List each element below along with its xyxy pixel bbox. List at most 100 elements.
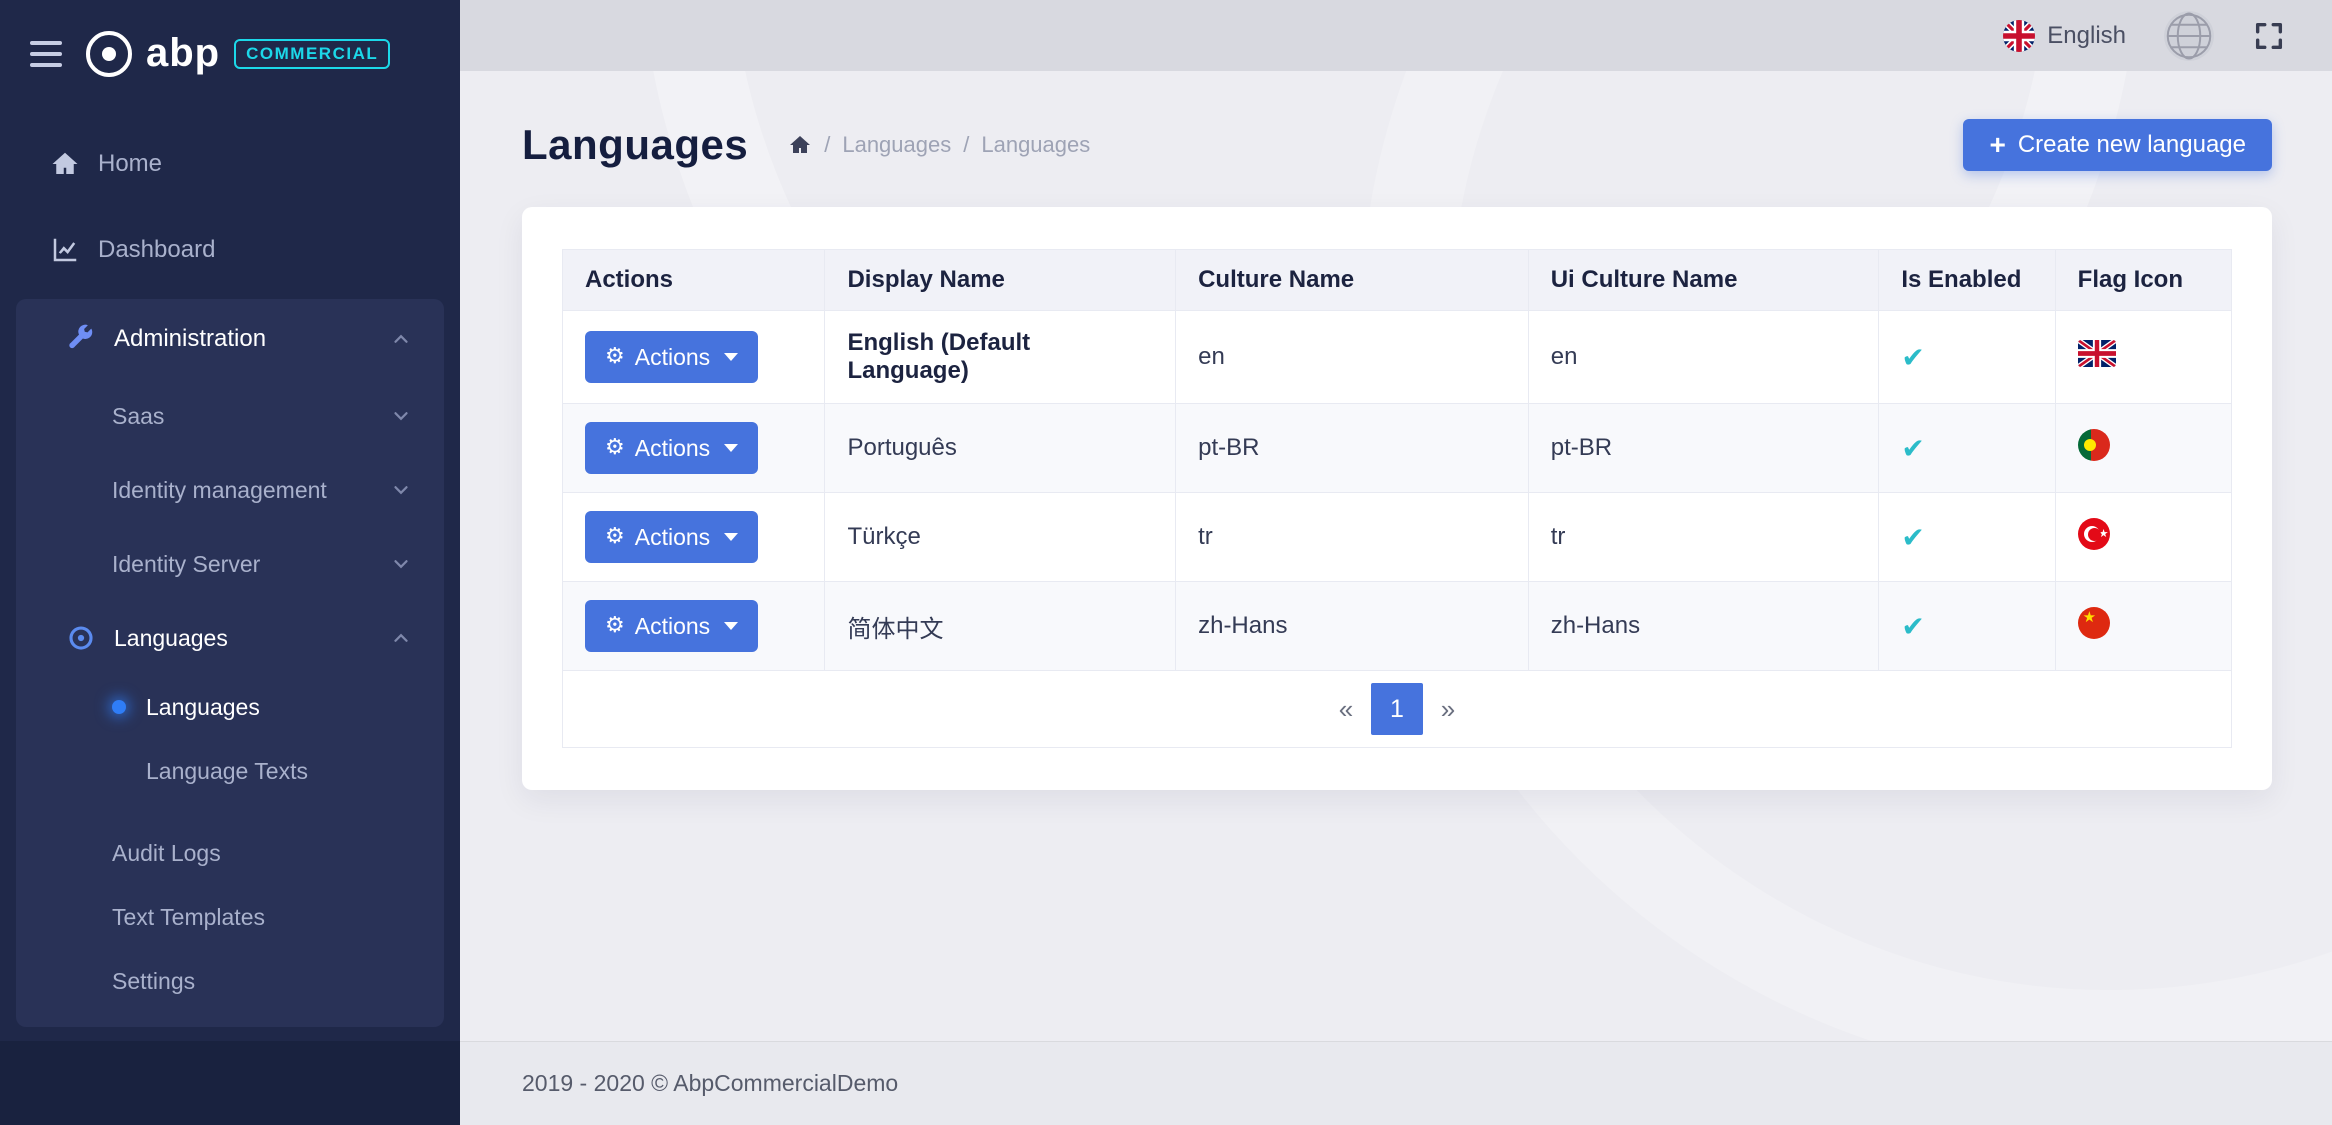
administration-group: Administration Saas Identity management	[16, 299, 444, 1027]
header-ui-culture-name: Ui Culture Name	[1528, 250, 1879, 311]
table-row: ⚙ Actions 简体中文 zh-Hans zh-Hans ✔ ★	[563, 582, 2232, 671]
caret-down-icon	[724, 444, 738, 452]
menu-toggle-icon[interactable]	[30, 41, 62, 67]
breadcrumb-item-languages-2[interactable]: Languages	[981, 132, 1090, 158]
create-button-label: Create new language	[2018, 131, 2246, 159]
display-name-cell: 简体中文	[825, 582, 1176, 671]
flag-united-kingdom-icon	[2078, 340, 2116, 367]
circle-dot-icon	[64, 623, 98, 653]
uk-flag-icon	[2003, 20, 2035, 52]
pagination-prev-button[interactable]: «	[1323, 683, 1369, 735]
sidebar: abp COMMERCIAL Home Dashboard	[0, 0, 460, 1125]
home-icon	[48, 149, 82, 179]
brand-logo[interactable]: abp COMMERCIAL	[86, 31, 390, 77]
sidebar-header: abp COMMERCIAL	[0, 0, 460, 107]
language-selector[interactable]: English	[2003, 20, 2126, 52]
flag-turkey-icon: ★	[2078, 518, 2110, 550]
create-new-language-button[interactable]: + Create new language	[1963, 119, 2272, 171]
chevron-up-icon	[390, 328, 412, 350]
sidebar-item-label: Identity Server	[112, 551, 260, 578]
sidebar-item-administration[interactable]: Administration	[16, 299, 444, 379]
language-label: English	[2047, 22, 2126, 50]
enabled-check-icon: ✔	[1901, 610, 1924, 643]
languages-card: Actions Display Name Culture Name Ui Cul…	[522, 207, 2272, 790]
breadcrumb: / Languages / Languages	[788, 132, 1090, 158]
sidebar-item-label: Settings	[112, 968, 195, 995]
actions-dropdown-button[interactable]: ⚙ Actions	[585, 600, 758, 652]
plus-icon: +	[1989, 131, 2005, 159]
user-avatar[interactable]	[2164, 11, 2214, 61]
culture-name-cell: pt-BR	[1176, 404, 1529, 493]
fullscreen-icon[interactable]	[2252, 19, 2286, 53]
sidebar-item-label: Audit Logs	[112, 840, 221, 867]
sidebar-item-languages-child[interactable]: Languages	[16, 675, 444, 739]
breadcrumb-item-languages[interactable]: Languages	[842, 132, 951, 158]
breadcrumb-separator: /	[963, 132, 969, 158]
gear-icon: ⚙	[605, 526, 625, 548]
breadcrumb-separator: /	[824, 132, 830, 158]
app-root: abp COMMERCIAL Home Dashboard	[0, 0, 2332, 1125]
wrench-icon	[64, 324, 98, 354]
sidebar-footer-strip	[0, 1041, 460, 1125]
header-flag-icon: Flag Icon	[2055, 250, 2231, 311]
sidebar-item-audit-logs[interactable]: Audit Logs	[16, 821, 444, 885]
header-culture-name: Culture Name	[1176, 250, 1529, 311]
header-is-enabled: Is Enabled	[1879, 250, 2055, 311]
display-name-cell: Português	[825, 404, 1176, 493]
enabled-check-icon: ✔	[1901, 432, 1924, 465]
sidebar-item-label: Identity management	[112, 477, 327, 504]
sidebar-item-identity-server[interactable]: Identity Server	[16, 527, 444, 601]
sidebar-item-label: Administration	[114, 325, 266, 353]
enabled-check-icon: ✔	[1901, 521, 1924, 554]
table-row: ⚙ Actions Português pt-BR pt-BR ✔	[563, 404, 2232, 493]
chevron-up-icon	[390, 627, 412, 649]
chevron-down-icon	[390, 553, 412, 575]
header-actions: Actions	[563, 250, 825, 311]
actions-dropdown-button[interactable]: ⚙ Actions	[585, 422, 758, 474]
header-display-name: Display Name	[825, 250, 1176, 311]
culture-name-cell: en	[1176, 311, 1529, 404]
breadcrumb-home-icon[interactable]	[788, 133, 812, 157]
sidebar-item-identity-management[interactable]: Identity management	[16, 453, 444, 527]
culture-name-cell: tr	[1176, 493, 1529, 582]
pagination: « 1 »	[562, 671, 2232, 748]
pagination-next-button[interactable]: »	[1425, 683, 1471, 735]
abp-logo-icon	[86, 31, 132, 77]
sidebar-item-settings[interactable]: Settings	[16, 949, 444, 1013]
pagination-page-1-button[interactable]: 1	[1371, 683, 1423, 735]
sidebar-item-label: Home	[98, 150, 162, 178]
sidebar-item-language-texts[interactable]: Language Texts	[16, 739, 444, 803]
ui-culture-name-cell: zh-Hans	[1528, 582, 1879, 671]
topbar: English	[460, 0, 2332, 71]
gear-icon: ⚙	[605, 615, 625, 637]
sidebar-menu: Home Dashboard Administration	[0, 107, 460, 1041]
gear-icon: ⚙	[605, 437, 625, 459]
sidebar-item-label: Languages	[114, 625, 228, 652]
caret-down-icon	[724, 353, 738, 361]
chevron-down-icon	[390, 479, 412, 501]
actions-dropdown-button[interactable]: ⚙ Actions	[585, 331, 758, 383]
sidebar-item-label: Languages	[146, 694, 260, 721]
sidebar-item-home[interactable]: Home	[0, 121, 460, 207]
table-row: ⚙ Actions English (Default Language) en …	[563, 311, 2232, 404]
gear-icon: ⚙	[605, 346, 625, 368]
footer: 2019 - 2020 © AbpCommercialDemo	[460, 1041, 2332, 1125]
flag-portugal-icon	[2078, 429, 2110, 461]
sidebar-item-label: Language Texts	[146, 758, 308, 785]
sidebar-item-languages[interactable]: Languages	[16, 601, 444, 675]
active-bullet-icon	[112, 700, 126, 714]
actions-button-label: Actions	[635, 613, 710, 640]
brand-name: abp	[146, 31, 220, 76]
actions-dropdown-button[interactable]: ⚙ Actions	[585, 511, 758, 563]
sidebar-item-text-templates[interactable]: Text Templates	[16, 885, 444, 949]
copyright-text: 2019 - 2020 © AbpCommercialDemo	[522, 1070, 898, 1097]
ui-culture-name-cell: pt-BR	[1528, 404, 1879, 493]
languages-table: Actions Display Name Culture Name Ui Cul…	[562, 249, 2232, 671]
culture-name-cell: zh-Hans	[1176, 582, 1529, 671]
ui-culture-name-cell: en	[1528, 311, 1879, 404]
caret-down-icon	[724, 622, 738, 630]
sidebar-item-saas[interactable]: Saas	[16, 379, 444, 453]
sidebar-item-dashboard[interactable]: Dashboard	[0, 207, 460, 293]
table-row: ⚙ Actions Türkçe tr tr ✔ ★	[563, 493, 2232, 582]
actions-button-label: Actions	[635, 435, 710, 462]
